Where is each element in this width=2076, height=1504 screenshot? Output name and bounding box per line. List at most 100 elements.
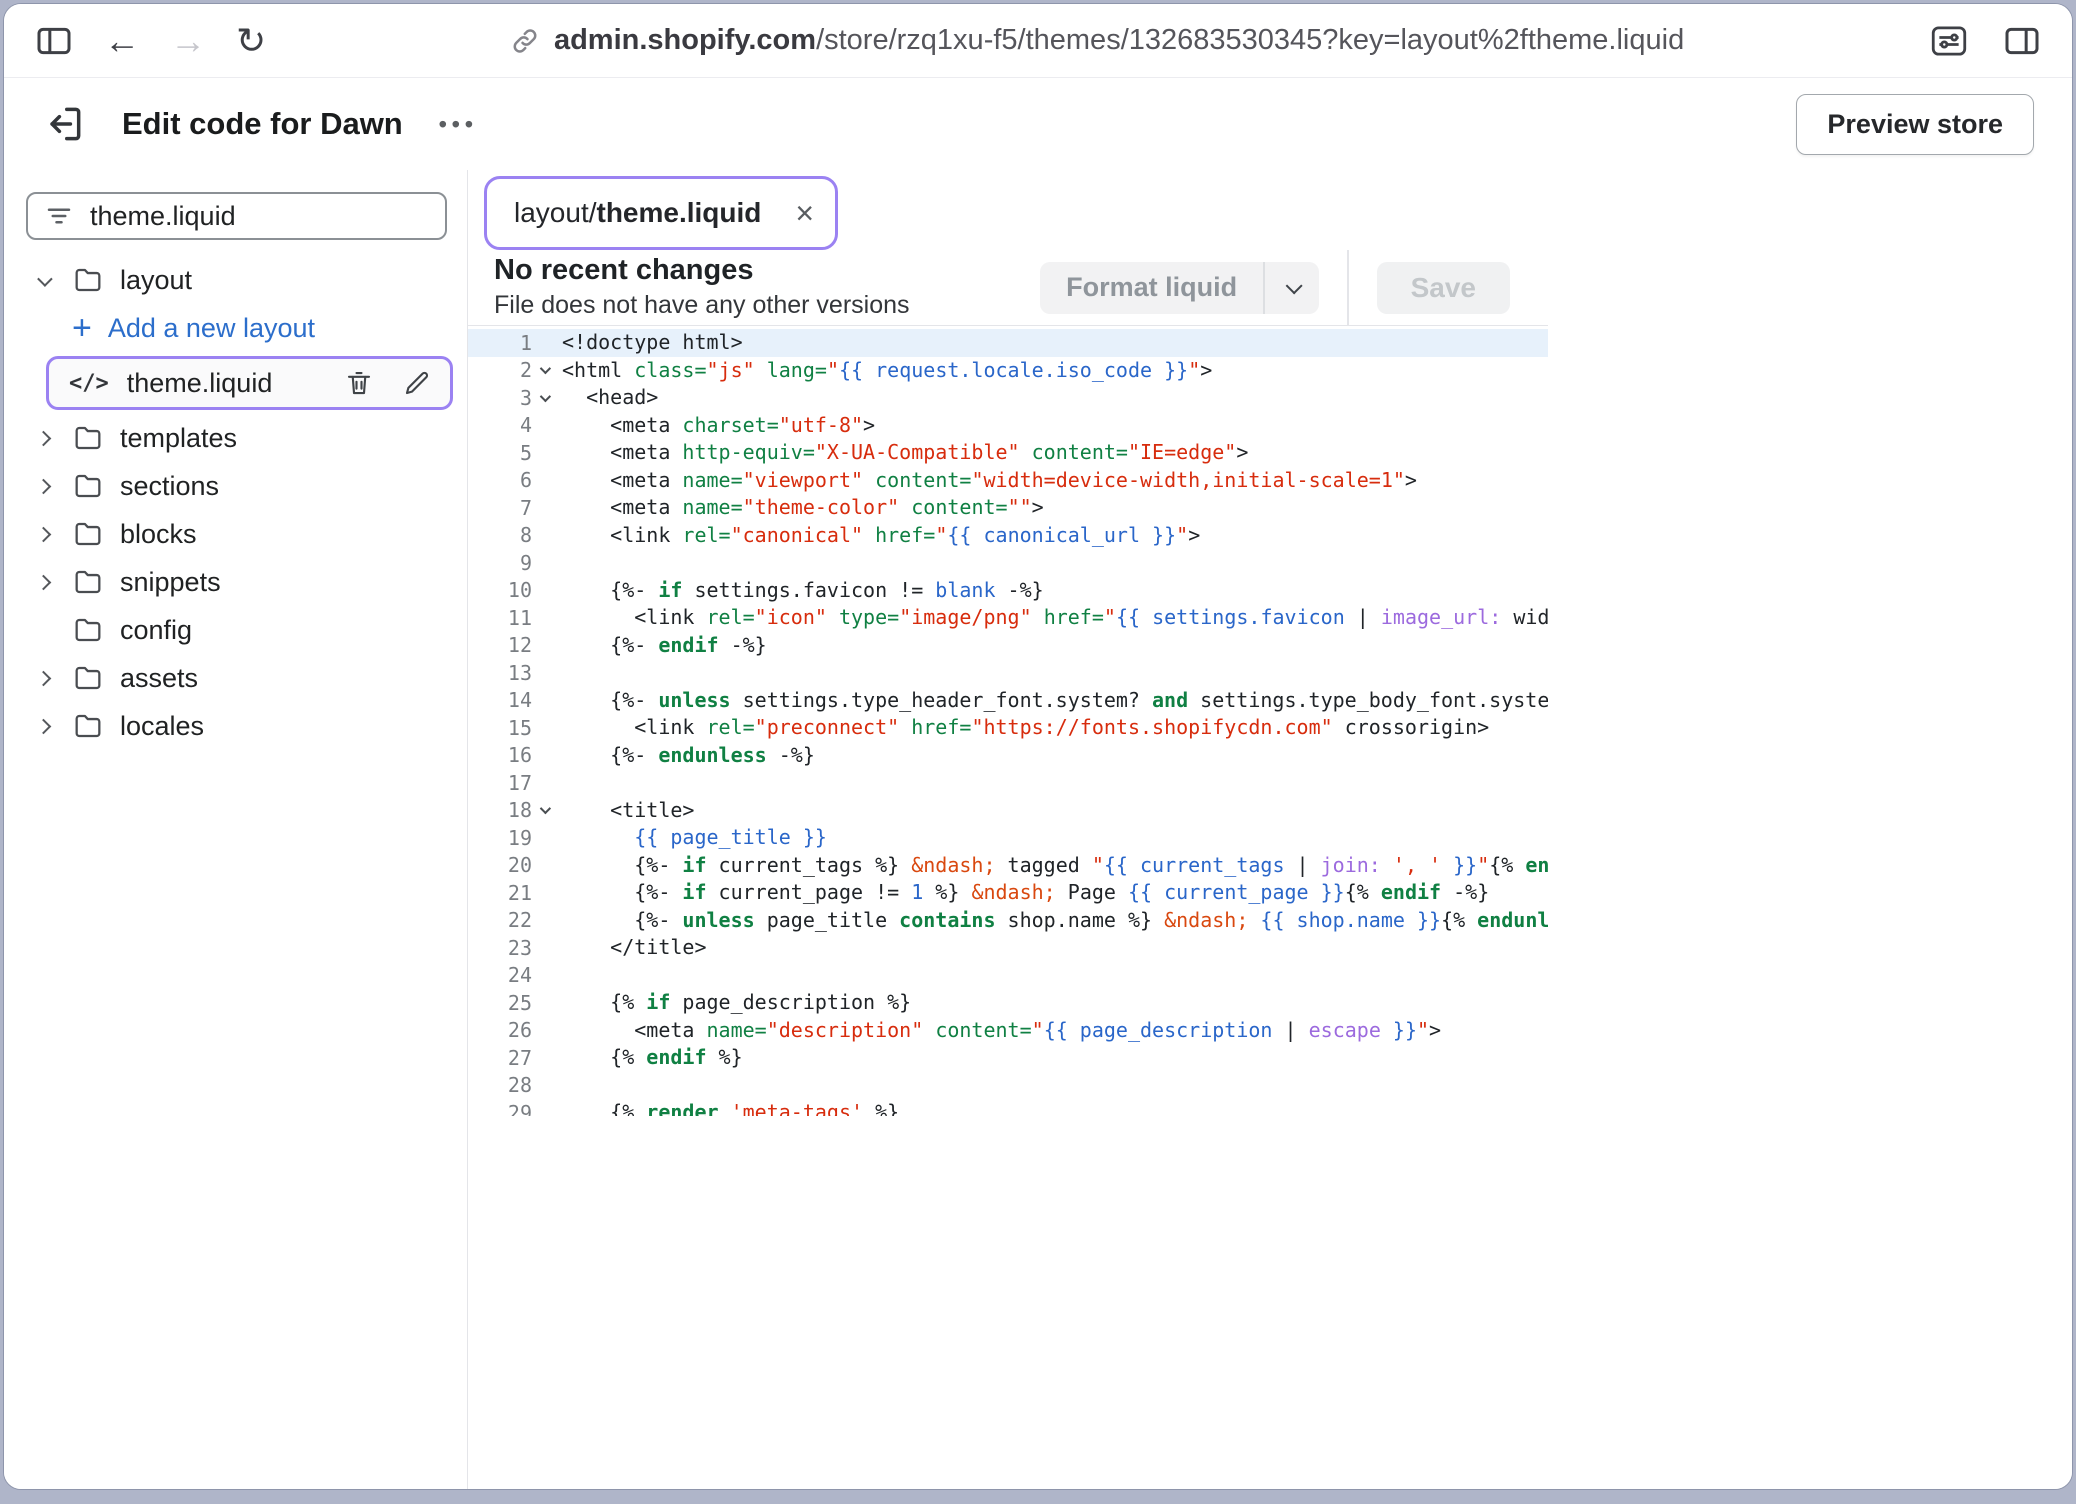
code-line[interactable]: 1<!doctype html> <box>468 329 1548 357</box>
line-number: 14 <box>468 687 556 715</box>
code-text: <meta name="theme-color" content=""> <box>556 494 1044 522</box>
search-value: theme.liquid <box>90 201 236 232</box>
fold-chevron-icon[interactable] <box>540 803 551 814</box>
sidebar-item-locales[interactable]: locales <box>4 702 467 750</box>
code-line[interactable]: 9 <box>468 549 1548 577</box>
code-line[interactable]: 28 <box>468 1072 1548 1100</box>
code-line[interactable]: 27 {% endif %} <box>468 1044 1548 1072</box>
code-line[interactable]: 10 {%- if settings.favicon != blank -%} <box>468 577 1548 605</box>
browser-toolbar: ← → ↻ admin.shopify.com/store/rzq1xu-f5/… <box>4 4 2072 78</box>
chevron-right-icon <box>36 670 52 686</box>
more-menu-button[interactable]: ••• <box>439 111 478 138</box>
code-text: {%- unless settings.type_header_font.sys… <box>556 687 1548 715</box>
preview-store-button[interactable]: Preview store <box>1796 94 2034 155</box>
sidebar-item-blocks[interactable]: blocks <box>4 510 467 558</box>
add-layout-label: Add a new layout <box>108 313 315 344</box>
close-icon[interactable]: × <box>795 197 814 229</box>
code-line[interactable]: 7 <meta name="theme-color" content=""> <box>468 494 1548 522</box>
tab-layout-theme-liquid[interactable]: layout/theme.liquid × <box>492 184 830 242</box>
code-text: <head> <box>556 384 658 412</box>
code-line[interactable]: 13 <box>468 659 1548 687</box>
code-file-icon: </> <box>69 371 109 396</box>
sidebar-item-templates[interactable]: templates <box>4 414 467 462</box>
sidebar-item-snippets[interactable]: snippets <box>4 558 467 606</box>
code-line[interactable]: 6 <meta name="viewport" content="width=d… <box>468 467 1548 495</box>
fold-chevron-icon[interactable] <box>540 391 551 402</box>
code-line[interactable]: 14 {%- unless settings.type_header_font.… <box>468 687 1548 715</box>
browser-sidebar-toggle-icon[interactable] <box>34 21 74 61</box>
line-number: 5 <box>468 439 556 467</box>
code-line[interactable]: 16 {%- endunless -%} <box>468 742 1548 770</box>
code-editor[interactable]: 1<!doctype html>2<html class="js" lang="… <box>468 326 1548 1116</box>
code-line[interactable]: 21 {%- if current_page != 1 %} &ndash; P… <box>468 879 1548 907</box>
code-line[interactable]: 29 {% render 'meta-tags' %} <box>468 1099 1548 1116</box>
line-number: 26 <box>468 1017 556 1045</box>
url-bar[interactable]: admin.shopify.com/store/rzq1xu-f5/themes… <box>296 24 1898 57</box>
line-number: 11 <box>468 604 556 632</box>
code-line[interactable]: 12 {%- endif -%} <box>468 632 1548 660</box>
code-line[interactable]: 19 {{ page_title }} <box>468 824 1548 852</box>
sidebar-item-sections[interactable]: sections <box>4 462 467 510</box>
code-text: <meta name="description" content="{{ pag… <box>556 1017 1441 1045</box>
code-line[interactable]: 25 {% if page_description %} <box>468 989 1548 1017</box>
sidebar-item-theme-liquid[interactable]: </> theme.liquid <box>46 356 453 410</box>
app-window: ← → ↻ admin.shopify.com/store/rzq1xu-f5/… <box>3 3 2073 1490</box>
sidebar-item-assets[interactable]: assets <box>4 654 467 702</box>
code-line[interactable]: 2<html class="js" lang="{{ request.local… <box>468 357 1548 385</box>
toolbar-divider <box>1347 250 1349 325</box>
status-subtitle: File does not have any other versions <box>494 291 910 320</box>
link-icon <box>510 26 540 56</box>
line-number: 28 <box>468 1072 556 1100</box>
fold-chevron-icon[interactable] <box>540 363 551 374</box>
code-line[interactable]: 20 {%- if current_tags %} &ndash; tagged… <box>468 852 1548 880</box>
code-line[interactable]: 8 <link rel="canonical" href="{{ canonic… <box>468 522 1548 550</box>
code-line[interactable]: 4 <meta charset="utf-8"> <box>468 412 1548 440</box>
forward-icon[interactable]: → <box>170 23 206 59</box>
code-text: <link rel="canonical" href="{{ canonical… <box>556 522 1200 550</box>
code-text <box>556 769 562 797</box>
code-line[interactable]: 17 <box>468 769 1548 797</box>
right-sidebar-toggle-icon[interactable] <box>2002 21 2042 61</box>
line-number: 9 <box>468 549 556 577</box>
code-line[interactable]: 26 <meta name="description" content="{{ … <box>468 1017 1548 1045</box>
code-line[interactable]: 11 <link rel="icon" type="image/png" hre… <box>468 604 1548 632</box>
reload-icon[interactable]: ↻ <box>236 23 266 59</box>
folder-label: layout <box>120 265 192 296</box>
delete-file-icon[interactable] <box>344 368 374 398</box>
file-tree-sidebar: theme.liquid layout + Add a new layout <… <box>4 170 468 1489</box>
line-number: 10 <box>468 577 556 605</box>
code-line[interactable]: 18 <title> <box>468 797 1548 825</box>
line-number: 16 <box>468 742 556 770</box>
sidebar-item-layout[interactable]: layout <box>4 256 467 304</box>
code-text: <link rel="icon" type="image/png" href="… <box>556 604 1548 632</box>
tab-annotation: layout/theme.liquid × <box>484 176 838 250</box>
add-new-layout-button[interactable]: + Add a new layout <box>4 304 467 352</box>
code-line[interactable]: 15 <link rel="preconnect" href="https://… <box>468 714 1548 742</box>
code-line[interactable]: 24 <box>468 962 1548 990</box>
line-number: 13 <box>468 659 556 687</box>
page-settings-icon[interactable] <box>1928 20 1970 62</box>
file-search-input[interactable]: theme.liquid <box>26 192 447 240</box>
chevron-down-icon[interactable] <box>1265 282 1319 294</box>
code-line[interactable]: 23 </title> <box>468 934 1548 962</box>
sidebar-item-config[interactable]: config <box>4 606 467 654</box>
code-line[interactable]: 5 <meta http-equiv="X-UA-Compatible" con… <box>468 439 1548 467</box>
back-icon[interactable]: ← <box>104 23 140 59</box>
folder-icon <box>72 518 104 550</box>
line-number: 6 <box>468 467 556 495</box>
line-number: 24 <box>468 962 556 990</box>
code-line[interactable]: 3 <head> <box>468 384 1548 412</box>
format-liquid-button[interactable]: Format liquid <box>1040 262 1319 314</box>
chevron-right-icon <box>36 718 52 734</box>
code-text: {%- if settings.favicon != blank -%} <box>556 577 1044 605</box>
code-text: {%- unless page_title contains shop.name… <box>556 907 1548 935</box>
code-line[interactable]: 22 {%- unless page_title contains shop.n… <box>468 907 1548 935</box>
chevron-right-icon <box>36 526 52 542</box>
code-text <box>556 659 562 687</box>
filter-icon <box>44 201 74 231</box>
folder-label: locales <box>120 711 204 742</box>
exit-editor-icon[interactable] <box>42 102 86 146</box>
code-text: {% if page_description %} <box>556 989 911 1017</box>
rename-file-icon[interactable] <box>402 368 432 398</box>
save-button[interactable]: Save <box>1377 262 1510 314</box>
